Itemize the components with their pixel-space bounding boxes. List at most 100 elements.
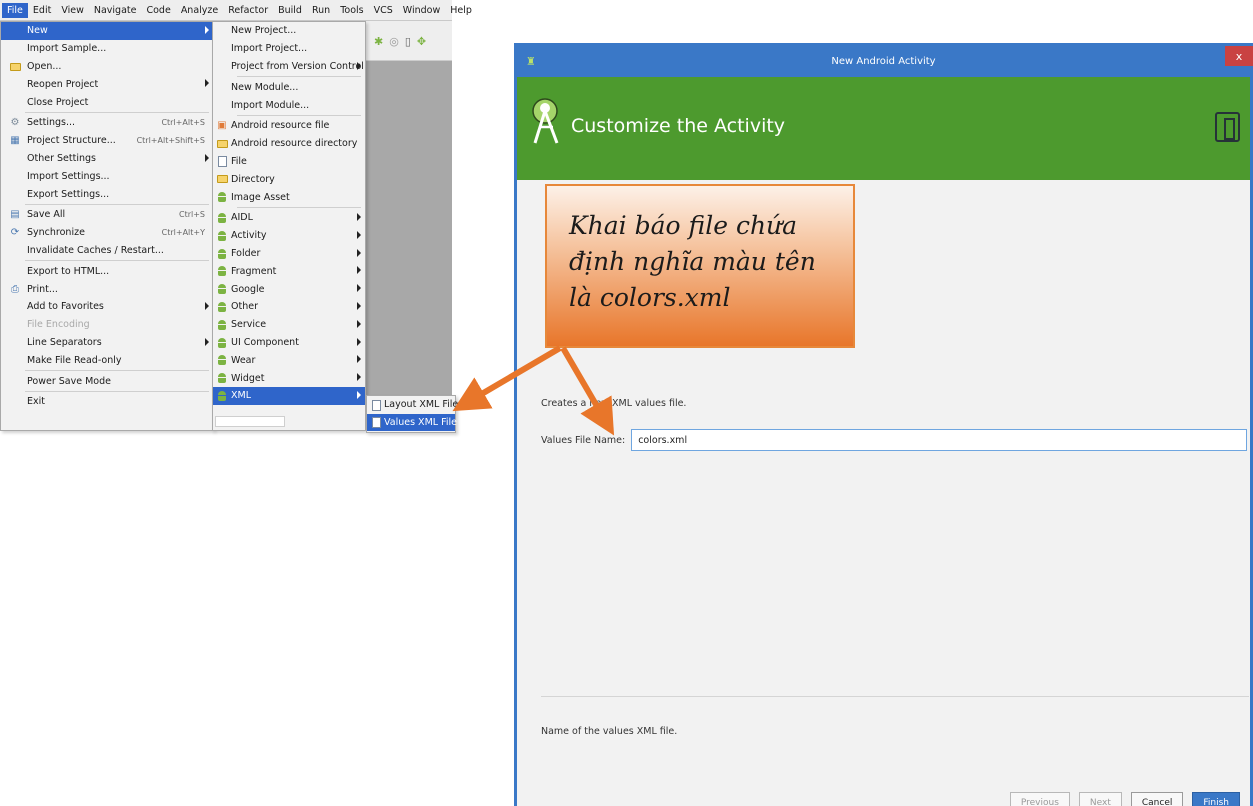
android-icon (216, 265, 228, 277)
android-icon[interactable]: ✱ (374, 35, 383, 48)
menu-vcs[interactable]: VCS (369, 3, 398, 18)
menu-item-activity[interactable]: Activity (213, 227, 365, 245)
menu-item-reopen-project[interactable]: Reopen Project (1, 75, 213, 93)
android-icon: ♜ (526, 55, 536, 68)
print-icon: ⎙ (11, 283, 19, 295)
submenu-arrow-icon (357, 355, 361, 364)
menu-item-image-asset[interactable]: Image Asset (213, 188, 365, 206)
menu-item-widget[interactable]: Widget (213, 369, 365, 387)
menu-item-ui-component[interactable]: UI Component (213, 334, 365, 352)
gear-icon: ⚙ (10, 117, 20, 129)
menu-refactor[interactable]: Refactor (223, 3, 273, 18)
dialog-footer: Previous Next Cancel Finish (1009, 792, 1240, 806)
menu-item-export-settings[interactable]: Export Settings... (1, 185, 213, 203)
ide-toolbar: ✱ ◎ ▯ ✥ (366, 21, 452, 61)
menu-item-wear[interactable]: Wear (213, 351, 365, 369)
menu-item-open[interactable]: Open... (1, 58, 213, 76)
menu-item-settings[interactable]: ⚙ Settings... Ctrl+Alt+S (1, 114, 213, 132)
menu-item-file[interactable]: File (213, 153, 365, 171)
menu-window[interactable]: Window (398, 3, 445, 18)
menu-item-layout-xml-file[interactable]: Layout XML File (367, 396, 458, 414)
project-structure-icon: ▦ (10, 135, 20, 147)
menu-item-other-settings[interactable]: Other Settings (1, 150, 213, 168)
menu-file[interactable]: File (2, 2, 28, 18)
menu-build[interactable]: Build (273, 3, 307, 18)
menu-navigate[interactable]: Navigate (89, 3, 142, 18)
menu-item-new[interactable]: New (1, 22, 213, 40)
menu-item-folder[interactable]: Folder (213, 245, 365, 263)
banner-title: Customize the Activity (571, 115, 786, 137)
android-icon (216, 230, 228, 242)
menu-item-google[interactable]: Google (213, 280, 365, 298)
gear-icon[interactable]: ✥ (417, 35, 426, 48)
android-icon (216, 354, 228, 366)
menu-scroll-area (215, 416, 285, 427)
dialog-divider (541, 696, 1249, 697)
submenu-arrow-icon (205, 301, 209, 310)
menu-item-print[interactable]: ⎙ Print... (1, 280, 213, 298)
menu-analyze[interactable]: Analyze (176, 3, 223, 18)
menu-separator (25, 203, 209, 205)
file-menu: New Import Sample... Open... Reopen Proj… (0, 21, 214, 431)
menu-item-exit[interactable]: Exit (1, 393, 213, 411)
submenu-arrow-icon (357, 337, 361, 346)
file-icon[interactable]: ▯ (405, 35, 411, 48)
debug-icon[interactable]: ◎ (389, 35, 399, 48)
menu-item-other[interactable]: Other (213, 298, 365, 316)
android-icon (216, 212, 228, 224)
menu-item-invalidate-caches[interactable]: Invalidate Caches / Restart... (1, 242, 213, 260)
menu-edit[interactable]: Edit (28, 3, 56, 18)
menu-item-export-html[interactable]: Export to HTML... (1, 262, 213, 280)
menu-item-make-read-only[interactable]: Make File Read-only (1, 351, 213, 369)
android-icon (216, 372, 228, 384)
android-icon (216, 301, 228, 313)
menu-item-add-to-favorites[interactable]: Add to Favorites (1, 298, 213, 316)
menu-item-file-encoding: File Encoding (27, 319, 90, 331)
menu-run[interactable]: Run (307, 3, 335, 18)
callout-line-2: định nghĩa màu tên (569, 247, 816, 276)
menu-item-import-sample[interactable]: Import Sample... (1, 40, 213, 58)
next-button[interactable]: Next (1078, 792, 1122, 806)
menu-item-xml[interactable]: XML (213, 386, 365, 405)
menu-item-project-structure[interactable]: ▦ Project Structure... Ctrl+Alt+Shift+S (1, 132, 213, 150)
menu-item-android-resource-directory[interactable]: Android resource directory (213, 135, 365, 153)
menu-item-import-module[interactable]: Import Module... (213, 96, 365, 114)
menu-item-power-save-mode[interactable]: Power Save Mode (1, 372, 213, 390)
folder-icon (9, 61, 21, 73)
menu-item-service[interactable]: Service (213, 316, 365, 334)
finish-button[interactable]: Finish (1192, 792, 1240, 806)
menu-separator (237, 206, 361, 208)
menu-item-new-module[interactable]: New Module... (213, 78, 365, 96)
previous-button[interactable]: Previous (1009, 792, 1070, 806)
menu-item-android-resource-file[interactable]: ▣ Android resource file (213, 117, 365, 135)
menu-tools[interactable]: Tools (335, 3, 368, 18)
menu-item-save-all[interactable]: ▤ Save All Ctrl+S (1, 206, 213, 224)
menu-item-aidl[interactable]: AIDL (213, 209, 365, 227)
menu-item-values-xml-file[interactable]: Values XML File (367, 413, 457, 431)
menu-separator (237, 114, 361, 116)
ide-menu-bar: File Edit View Navigate Code Analyze Ref… (0, 0, 472, 21)
menu-code[interactable]: Code (141, 3, 175, 18)
menu-item-fragment[interactable]: Fragment (213, 262, 365, 280)
menu-item-line-separators[interactable]: Line Separators (1, 334, 213, 352)
menu-item-synchronize[interactable]: ⟳ Synchronize Ctrl+Alt+Y (1, 224, 213, 242)
menu-item-import-settings[interactable]: Import Settings... (1, 167, 213, 185)
cancel-button[interactable]: Cancel (1130, 792, 1184, 806)
menu-item-new-project[interactable]: New Project... (213, 22, 365, 40)
android-icon (216, 319, 228, 331)
dialog-description: Creates a new XML values file. (541, 398, 687, 409)
menu-help[interactable]: Help (445, 3, 477, 18)
menu-view[interactable]: View (56, 3, 89, 18)
callout-line-1: Khai báo file chứa (569, 211, 798, 240)
menu-item-directory[interactable]: Directory (213, 170, 365, 188)
xml-submenu: Layout XML File Values XML File (366, 395, 458, 433)
submenu-arrow-icon (357, 230, 361, 239)
menu-item-project-from-vcs[interactable]: Project from Version Control (213, 58, 365, 76)
file-icon (370, 399, 382, 411)
values-file-name-input[interactable]: colors.xml (631, 429, 1247, 451)
android-icon (216, 390, 228, 402)
close-icon[interactable]: x (1225, 46, 1253, 66)
resource-file-icon: ▣ (217, 120, 227, 132)
menu-item-close-project[interactable]: Close Project (1, 93, 213, 111)
menu-item-import-project[interactable]: Import Project... (213, 40, 365, 58)
